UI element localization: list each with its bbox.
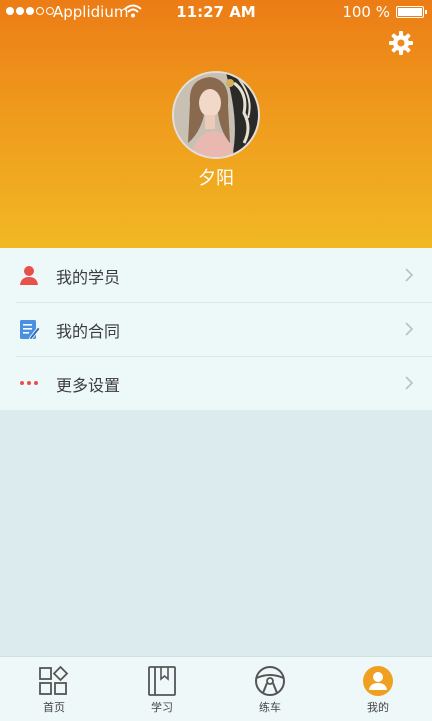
menu-item-my-contracts[interactable]: 我的合同 [0, 302, 432, 356]
edit-document-icon [20, 320, 40, 340]
menu-item-more-settings[interactable]: 更多设置 [0, 356, 432, 410]
person-icon [20, 266, 38, 285]
book-icon [148, 666, 176, 696]
tab-practice-driving[interactable]: 练车 [216, 657, 324, 721]
chevron-right-icon [405, 376, 414, 390]
gear-icon[interactable] [388, 30, 414, 56]
profile-header: Applidium 11:27 AM 100 % 夕阳 [0, 0, 432, 248]
tab-label: 首页 [43, 701, 65, 714]
menu-item-label: 更多设置 [56, 376, 121, 395]
tab-mine[interactable]: 我的 [324, 657, 432, 721]
chevron-right-icon [405, 322, 414, 336]
battery-icon [396, 6, 427, 18]
tab-study[interactable]: 学习 [108, 657, 216, 721]
tab-label: 练车 [259, 701, 281, 714]
profile-menu: 我的学员 我的合同 更多设置 [0, 248, 432, 410]
profile-name: 夕阳 [198, 168, 234, 189]
menu-item-label: 我的合同 [56, 322, 121, 341]
tab-home[interactable]: 首页 [0, 657, 108, 721]
grid-icon [39, 665, 69, 695]
chevron-right-icon [405, 268, 414, 282]
battery-percent: 100 % [342, 3, 390, 21]
status-bar: Applidium 11:27 AM 100 % [0, 0, 432, 24]
avatar[interactable] [172, 71, 260, 159]
profile-icon [363, 666, 393, 696]
menu-item-my-students[interactable]: 我的学员 [0, 248, 432, 302]
tab-label: 学习 [151, 701, 173, 714]
tab-bar: 首页 学习 练车 我的 [0, 656, 432, 721]
tab-label: 我的 [367, 701, 389, 714]
steering-wheel-icon [255, 666, 285, 696]
menu-item-label: 我的学员 [56, 268, 121, 287]
avatar-photo [174, 73, 258, 157]
more-dots-icon [20, 381, 38, 385]
